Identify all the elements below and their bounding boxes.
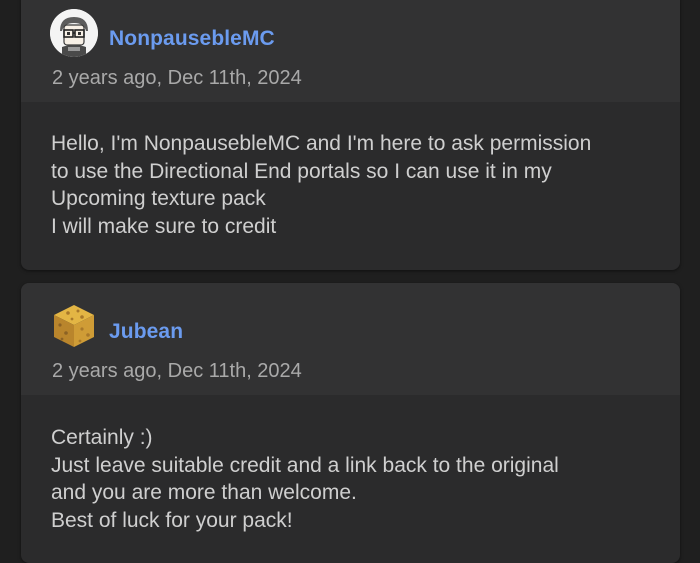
- comment-text-line: I will make sure to credit: [51, 214, 277, 238]
- comment-text-line: Certainly :): [51, 426, 153, 449]
- comment-text-line: Just leave suitable credit and a link ba…: [51, 453, 559, 477]
- comment-text-line: Upcoming texture pack: [51, 187, 266, 210]
- username-link[interactable]: NonpausebleMC: [109, 27, 275, 51]
- comment-card: Jubean 2 years ago, Dec 11th, 2024 Certa…: [21, 283, 680, 563]
- comment-text: Hello, I'm NonpausebleMC and I'm here to…: [51, 130, 660, 240]
- sponge-block-avatar-icon[interactable]: [50, 301, 98, 349]
- comment-text-line: and you are more than welcome.: [51, 481, 357, 504]
- comment-card: NonpausebleMC 2 years ago, Dec 11th, 202…: [21, 0, 680, 270]
- comment-timestamp: 2 years ago, Dec 11th, 2024: [52, 360, 302, 382]
- comment-text-line: to use the Directional End portals so I …: [51, 159, 552, 183]
- comment-text-line: Hello, I'm NonpausebleMC and I'm here to…: [51, 132, 592, 155]
- comment-header: Jubean 2 years ago, Dec 11th, 2024: [21, 283, 680, 395]
- comment-text: Certainly :) Just leave suitable credit …: [51, 424, 660, 534]
- comment-timestamp: 2 years ago, Dec 11th, 2024: [52, 67, 302, 89]
- comment-text-line: Best of luck for your pack!: [51, 508, 293, 532]
- username-link[interactable]: Jubean: [109, 320, 183, 344]
- comment-header: NonpausebleMC 2 years ago, Dec 11th, 202…: [21, 0, 680, 102]
- character-avatar-icon[interactable]: [50, 9, 98, 57]
